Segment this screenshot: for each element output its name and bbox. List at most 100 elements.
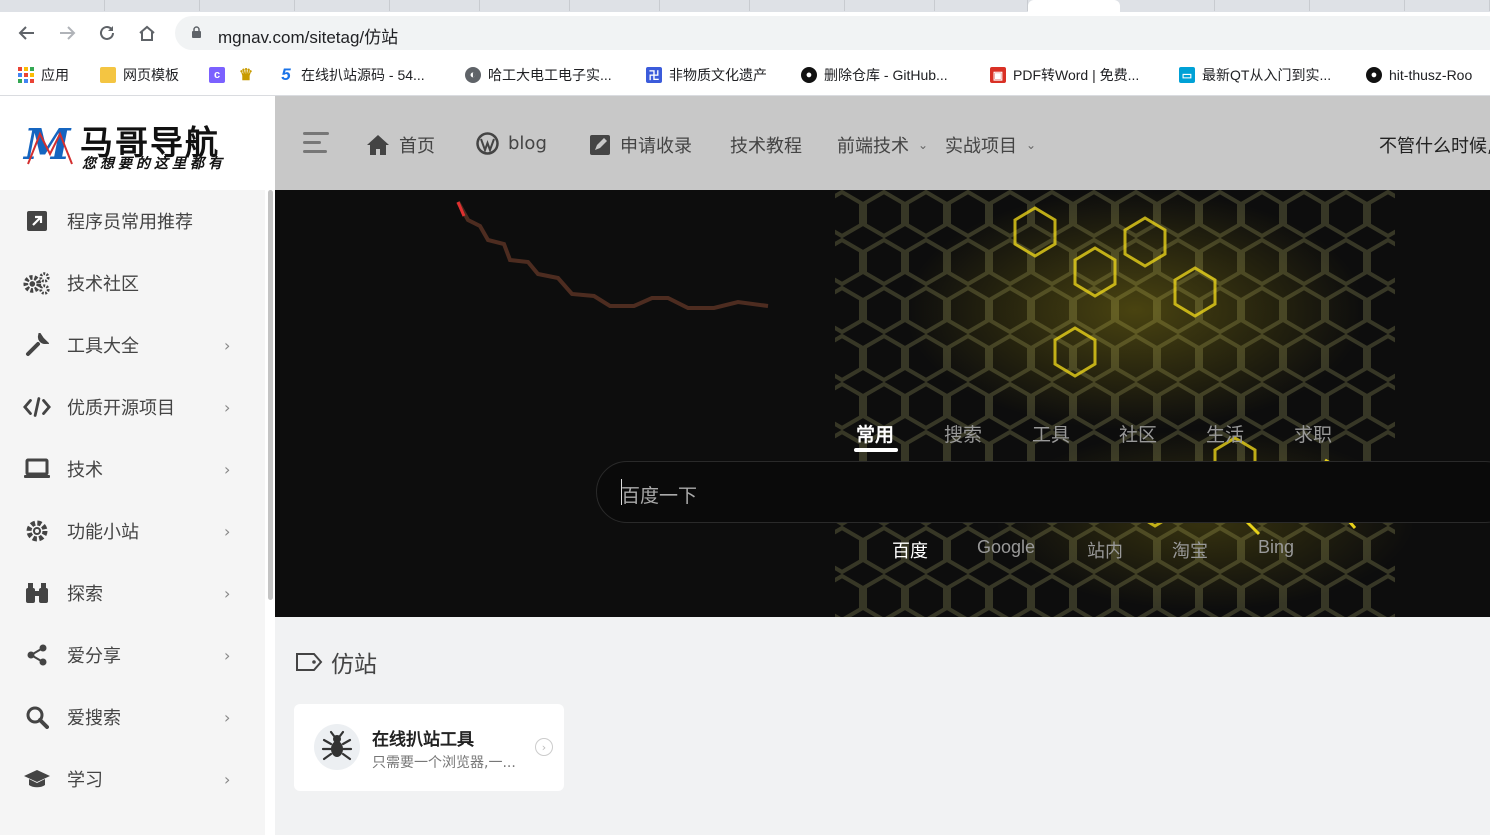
forward-button[interactable] xyxy=(56,22,78,44)
engine-taobao[interactable]: 淘宝 xyxy=(1172,537,1208,563)
bookmark-hit-lab[interactable]: ◐ 哈工大电工电子实... xyxy=(465,64,612,86)
sidebar-menu: 程序员常用推荐 技术社区 工具大全 › 优质开源项目 › 技术 › 功能小站 ›… xyxy=(0,190,265,835)
active-tab-indicator xyxy=(854,448,898,452)
sidebar-item-share[interactable]: 爱分享 › xyxy=(0,624,265,686)
reload-icon xyxy=(100,25,114,40)
header-motto: 不管什么时候, xyxy=(1379,136,1490,157)
home-button[interactable] xyxy=(136,22,158,44)
sidebar-item-tech[interactable]: 技术 › xyxy=(0,438,265,500)
sidebar-item-label: 程序员常用推荐 xyxy=(67,212,193,233)
card-title: 在线扒站工具 xyxy=(372,730,474,750)
card-description: 只需要一个浏览器,一... xyxy=(372,755,516,771)
browser-tab[interactable] xyxy=(660,0,750,11)
browser-tab[interactable] xyxy=(570,0,660,11)
browser-tab[interactable] xyxy=(750,0,845,11)
bookmark-github-hit[interactable]: ● hit-thusz-Roo xyxy=(1366,64,1472,86)
bookmark-extension[interactable]: c xyxy=(209,64,225,86)
browser-tab[interactable] xyxy=(935,0,1028,11)
sidebar-item-explore[interactable]: 探索 › xyxy=(0,562,265,624)
browser-tab[interactable] xyxy=(1310,0,1405,11)
logo-subtitle: 您想要的这里都有 xyxy=(82,156,226,172)
laptop-icon xyxy=(23,455,51,483)
address-bar[interactable]: mgnav.com/sitetag/仿站 xyxy=(175,16,1490,50)
url-text: mgnav.com/sitetag/仿站 xyxy=(218,28,399,47)
nav-label: 首页 xyxy=(399,136,435,157)
engine-baidu[interactable]: 百度 xyxy=(892,537,928,563)
sidebar-item-label: 优质开源项目 xyxy=(67,398,175,419)
bookmark-apps[interactable]: 应用 xyxy=(18,64,69,86)
sidebar-item-label: 探索 xyxy=(67,584,103,605)
site-5-icon: 5 xyxy=(281,65,291,84)
nav-projects[interactable]: 实战项目 ⌄ xyxy=(945,132,1036,158)
browser-tab[interactable] xyxy=(0,0,105,11)
tab-search[interactable]: 搜索 xyxy=(944,420,982,447)
chevron-right-icon: › xyxy=(224,459,231,479)
search-hero: 常用 搜索 工具 社区 生活 求职 百度一下 百度 Google 站内 淘宝 B… xyxy=(275,190,1490,617)
bookmark-qt-course[interactable]: ▭ 最新QT从入门到实... xyxy=(1179,64,1331,86)
sidebar-item-mini-sites[interactable]: 功能小站 › xyxy=(0,500,265,562)
bookmark-label: 在线扒站源码 - 54... xyxy=(301,67,425,83)
sidebar-item-learning[interactable]: 学习 › xyxy=(0,748,265,810)
nav-blog[interactable]: blog xyxy=(476,132,547,155)
logo-accent-icon xyxy=(27,131,73,165)
nav-submit-site[interactable]: 申请收录 xyxy=(589,132,692,158)
nav-home[interactable]: 首页 xyxy=(366,132,435,158)
site-card[interactable]: 在线扒站工具 只需要一个浏览器,一... › xyxy=(294,704,564,791)
sidebar-item-label: 工具大全 xyxy=(67,336,139,357)
arrow-right-circle-icon[interactable]: › xyxy=(535,738,553,756)
browser-tab-active[interactable] xyxy=(1028,0,1120,12)
engine-bing[interactable]: Bing xyxy=(1258,537,1294,558)
menu-toggle-icon[interactable] xyxy=(303,132,329,154)
nav-tutorials[interactable]: 技术教程 xyxy=(730,132,802,158)
github-icon: ● xyxy=(1366,67,1382,83)
tab-common[interactable]: 常用 xyxy=(856,420,894,447)
pdf-icon: ▣ xyxy=(990,67,1006,83)
browser-tab[interactable] xyxy=(480,0,570,11)
back-button[interactable] xyxy=(16,22,38,44)
browser-tab[interactable] xyxy=(1215,0,1310,11)
sidebar-item-label: 爱搜索 xyxy=(67,708,121,729)
tab-life[interactable]: 生活 xyxy=(1206,420,1244,447)
wrench-icon xyxy=(23,331,51,359)
tag-heading: 仿站 xyxy=(295,645,377,679)
browser-tab[interactable] xyxy=(390,0,480,11)
sidebar-item-open-source[interactable]: 优质开源项目 › xyxy=(0,376,265,438)
browser-tab[interactable] xyxy=(105,0,200,11)
github-icon: ● xyxy=(801,67,817,83)
site-logo[interactable]: M 马哥导航 您想要的这里都有 xyxy=(0,96,275,190)
sidebar-item-tools[interactable]: 工具大全 › xyxy=(0,314,265,376)
chevron-right-icon: › xyxy=(224,645,231,665)
chevron-right-icon: › xyxy=(224,335,231,355)
browser-tab[interactable] xyxy=(1120,0,1215,11)
tab-tools[interactable]: 工具 xyxy=(1032,420,1070,447)
browser-tab[interactable] xyxy=(200,0,295,11)
heritage-icon: 卍 xyxy=(646,67,662,83)
hexagon-background-illustration xyxy=(456,190,1415,617)
browser-toolbar: mgnav.com/sitetag/仿站 xyxy=(0,12,1490,54)
browser-tab[interactable] xyxy=(295,0,390,11)
bookmark-site-source[interactable]: 5 在线扒站源码 - 54... xyxy=(278,64,425,86)
nav-frontend[interactable]: 前端技术 ⌄ xyxy=(837,132,928,158)
engine-google[interactable]: Google xyxy=(977,537,1035,558)
bookmark-pdf-word[interactable]: ▣ PDF转Word | 免费... xyxy=(990,64,1139,86)
reload-button[interactable] xyxy=(96,22,118,44)
bookmark-github-delete[interactable]: ● 删除仓库 - GitHub... xyxy=(801,64,948,86)
top-navbar: 首页 blog 申请收录 技术教程 前端技术 ⌄ 实战项目 ⌄ 不管什么时候, xyxy=(275,96,1490,190)
bilibili-icon: ▭ xyxy=(1179,67,1195,83)
sidebar-item-tech-community[interactable]: 技术社区 xyxy=(0,252,265,314)
bookmark-folder[interactable]: 网页模板 xyxy=(100,64,179,86)
lock-icon xyxy=(192,26,201,38)
tab-community[interactable]: 社区 xyxy=(1119,420,1157,447)
engine-site[interactable]: 站内 xyxy=(1087,537,1123,563)
page-title: 仿站 xyxy=(331,652,377,678)
tab-jobs[interactable]: 求职 xyxy=(1294,420,1332,447)
sidebar-scrollbar[interactable] xyxy=(268,190,273,600)
browser-tab[interactable] xyxy=(1405,0,1490,11)
search-input[interactable]: 百度一下 xyxy=(596,461,1490,523)
browser-tab[interactable] xyxy=(845,0,935,11)
sidebar-item-search[interactable]: 爱搜索 › xyxy=(0,686,265,748)
bookmark-trophy[interactable]: ♛ xyxy=(238,64,254,86)
chevron-right-icon: › xyxy=(224,397,231,417)
bookmark-heritage[interactable]: 卍 非物质文化遗产 xyxy=(646,64,767,86)
sidebar-item-programmer-picks[interactable]: 程序员常用推荐 xyxy=(0,190,265,252)
